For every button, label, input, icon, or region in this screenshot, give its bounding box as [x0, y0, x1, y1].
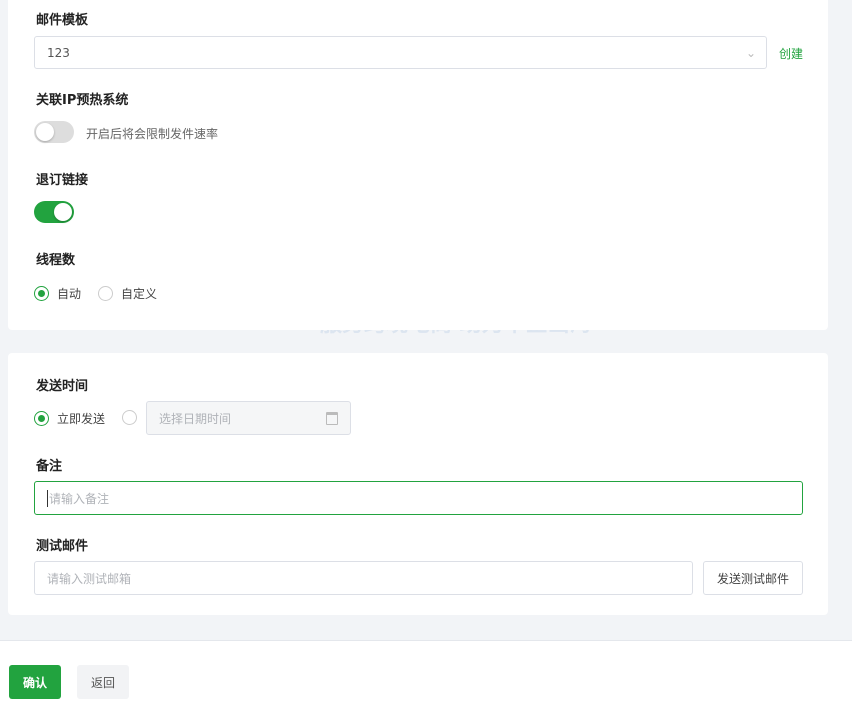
ip-warmup-hint: 开启后将会限制发件速率: [86, 127, 219, 141]
back-button[interactable]: 返回: [77, 665, 129, 699]
template-select[interactable]: 123 ⌄: [34, 36, 767, 69]
unsubscribe-label: 退订链接: [36, 173, 89, 188]
confirm-button[interactable]: 确认: [9, 665, 61, 699]
unsubscribe-toggle[interactable]: [34, 201, 74, 223]
threads-auto-radio[interactable]: 自动: [34, 285, 81, 302]
send-scheduled-radio[interactable]: [122, 410, 137, 425]
template-value: 123: [47, 45, 70, 60]
chevron-down-icon: ⌄: [745, 45, 756, 60]
send-time-label: 发送时间: [36, 379, 89, 394]
create-template-link[interactable]: 创建: [779, 45, 803, 62]
radio-label: 自定义: [121, 287, 158, 301]
radio-label: 立即发送: [57, 412, 106, 426]
remark-label: 备注: [36, 459, 63, 474]
radio-label: 自动: [57, 287, 82, 301]
test-email-input[interactable]: 请输入测试邮箱: [34, 561, 693, 595]
test-email-placeholder: 请输入测试邮箱: [47, 571, 132, 586]
template-label: 邮件模板: [36, 13, 89, 28]
send-card: 发送时间 立即发送 选择日期时间 备注 请输入备注 测试邮件 请输入测试邮箱 发…: [8, 353, 828, 615]
footer-bar: 确认 返回: [0, 640, 852, 707]
ip-warmup-toggle[interactable]: [34, 121, 74, 143]
datetime-picker[interactable]: 选择日期时间: [146, 401, 351, 435]
remark-input[interactable]: 请输入备注: [34, 481, 803, 515]
threads-label: 线程数: [36, 253, 76, 268]
threads-custom-radio[interactable]: 自定义: [98, 285, 157, 302]
ip-warmup-label: 关联IP预热系统: [36, 93, 129, 108]
test-email-label: 测试邮件: [36, 539, 89, 554]
remark-placeholder: 请输入备注: [47, 489, 110, 507]
calendar-icon: [326, 411, 338, 425]
send-test-email-button[interactable]: 发送测试邮件: [703, 561, 803, 595]
datetime-placeholder: 选择日期时间: [159, 411, 232, 426]
send-now-radio[interactable]: 立即发送: [34, 410, 105, 427]
settings-card: 邮件模板 123 ⌄ 创建 关联IP预热系统 开启后将会限制发件速率 退订链接 …: [8, 0, 828, 330]
